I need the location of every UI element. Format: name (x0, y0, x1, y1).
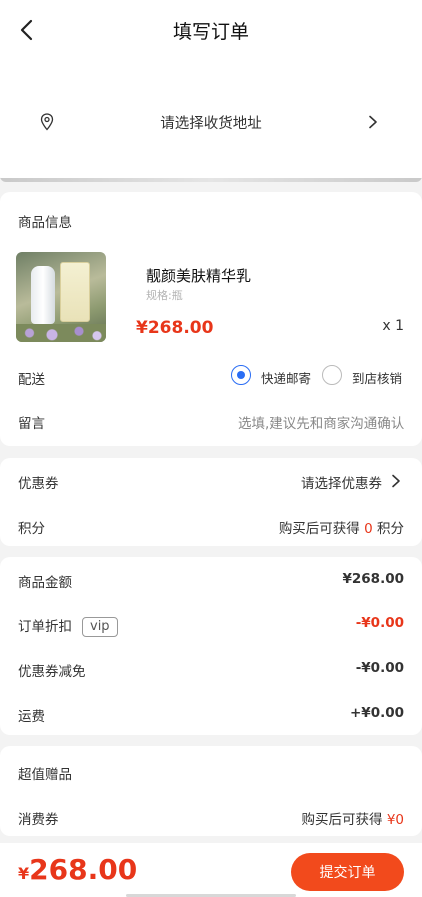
order-total: ¥268.00 (18, 853, 137, 886)
goods-amount-label: 商品金额 (18, 575, 72, 591)
chevron-right-icon[interactable] (389, 474, 403, 488)
discount-value: -¥0.00 (355, 615, 404, 631)
bottom-bar: ¥268.00 提交订单 (0, 843, 422, 897)
coupon-label: 优惠券 (18, 476, 59, 492)
radio-pickup[interactable] (322, 365, 342, 385)
voucher-info: 购买后可获得 ¥0 (302, 808, 404, 828)
amount-card: 商品金额 ¥268.00 订单折扣 vip -¥0.00 优惠券减免 -¥0.00… (0, 557, 422, 735)
product-bottle (31, 266, 55, 324)
total-currency: ¥ (18, 864, 30, 883)
gift-title: 超值赠品 (18, 767, 72, 783)
product-card: 商品信息 靓颜美肤精华乳 规格:瓶 ¥268.00 x 1 配送 快递邮寄 到店… (0, 192, 422, 446)
voucher-label: 消费券 (18, 812, 59, 828)
points-info: 购买后可获得 0 积分 (279, 517, 404, 537)
radio-express[interactable] (231, 365, 251, 385)
submit-order-button[interactable]: 提交订单 (291, 853, 404, 891)
option-express[interactable]: 快递邮寄 (261, 368, 311, 387)
points-prefix: 购买后可获得 (278, 521, 360, 537)
chevron-right-icon (369, 115, 377, 129)
back-arrow-icon[interactable] (16, 18, 40, 42)
shipping-label: 运费 (18, 709, 45, 725)
coupon-select[interactable]: 请选择优惠券 (301, 472, 382, 492)
message-label: 留言 (18, 416, 45, 432)
shipping-value: +¥0.00 (349, 705, 404, 721)
page-title: 填写订单 (172, 20, 249, 43)
goods-amount-value: ¥268.00 (342, 571, 405, 587)
vip-badge: vip (82, 617, 118, 637)
address-placeholder: 请选择收货地址 (160, 116, 262, 132)
coupon-deduct-label: 优惠券减免 (18, 664, 86, 680)
coupon-card: 优惠券 请选择优惠券 积分 购买后可获得 0 积分 (0, 458, 422, 546)
points-label: 积分 (18, 521, 45, 537)
total-amount: 268.00 (29, 853, 138, 886)
option-pickup[interactable]: 到店核销 (352, 368, 402, 387)
product-spec: 规格:瓶 (146, 289, 183, 302)
points-suffix: 积分 (377, 521, 404, 537)
product-price: ¥268.00 (136, 318, 214, 338)
section-title-product: 商品信息 (18, 215, 72, 231)
discount-label-row: 订单折扣 vip (18, 615, 118, 637)
message-input[interactable]: 选填,建议先和商家沟通确认 (238, 412, 406, 432)
address-selector[interactable]: 请选择收货地址 (0, 60, 422, 182)
product-box (60, 262, 90, 322)
header: 填写订单 (0, 0, 422, 60)
points-amount: 0 (364, 521, 373, 537)
voucher-prefix: 购买后可获得 (301, 812, 383, 828)
delivery-label: 配送 (18, 372, 45, 388)
coupon-deduct-value: -¥0.00 (355, 660, 404, 676)
address-stripe (0, 178, 422, 182)
voucher-value: ¥0 (386, 812, 404, 828)
product-quantity: x 1 (382, 318, 404, 334)
discount-label: 订单折扣 (18, 619, 72, 635)
product-flowers (16, 324, 106, 342)
product-image (16, 252, 106, 342)
gift-card: 超值赠品 消费券 购买后可获得 ¥0 (0, 746, 422, 836)
product-name: 靓颜美肤精华乳 (146, 267, 252, 285)
